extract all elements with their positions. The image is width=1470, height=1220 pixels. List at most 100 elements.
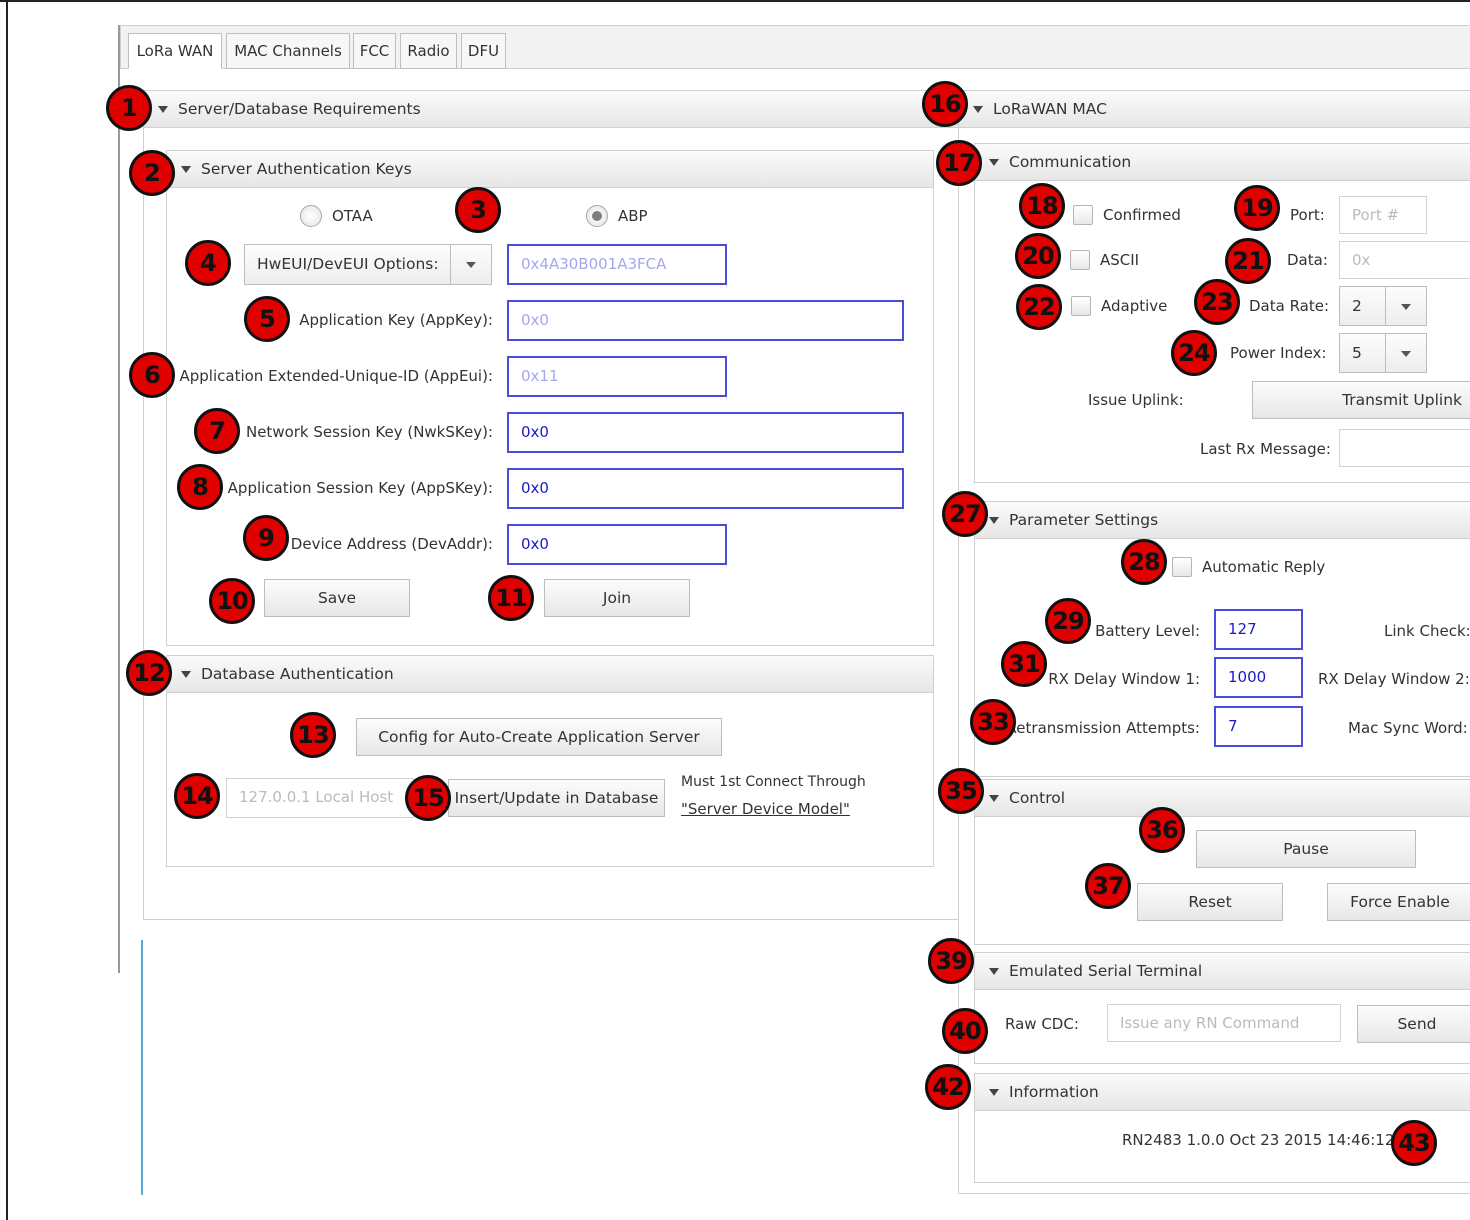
- devaddr-label: Device Address (DevAddr):: [290, 535, 493, 553]
- callout-badge: 13: [290, 712, 336, 758]
- data-rate-select[interactable]: 2: [1339, 286, 1427, 326]
- last-rx-label: Last Rx Message:: [1200, 440, 1331, 458]
- auto-reply-label: Automatic Reply: [1202, 558, 1326, 576]
- rx1-field[interactable]: 1000: [1214, 657, 1303, 698]
- callout-badge: 29: [1045, 598, 1091, 644]
- callout-badge: 19: [1234, 185, 1280, 231]
- insert-update-db-button[interactable]: Insert/Update in Database: [448, 779, 665, 817]
- eui-field[interactable]: 0x4A30B001A3FCA: [507, 244, 727, 285]
- section-title: Communication: [1009, 153, 1132, 171]
- appkey-field[interactable]: 0x0: [507, 300, 904, 341]
- ascii-checkbox[interactable]: [1070, 250, 1090, 270]
- callout-badge: 21: [1225, 238, 1271, 284]
- retrans-field[interactable]: 7: [1214, 706, 1303, 747]
- appeui-field[interactable]: 0x11: [507, 356, 727, 397]
- otaa-label: OTAA: [332, 207, 373, 225]
- callout-badge: 31: [1001, 641, 1047, 687]
- power-index-select[interactable]: 5: [1339, 333, 1427, 373]
- tab-mac-channels[interactable]: MAC Channels: [226, 33, 350, 69]
- callout-badge: 35: [938, 768, 984, 814]
- collapse-triangle-icon: [989, 517, 999, 524]
- rx1-label: RX Delay Window 1:: [1048, 670, 1200, 688]
- callout-badge: 22: [1016, 284, 1062, 330]
- tab-dfu[interactable]: DFU: [461, 33, 506, 69]
- port-field[interactable]: Port #: [1339, 196, 1427, 234]
- section-title: Server/Database Requirements: [178, 100, 421, 118]
- send-button[interactable]: Send: [1357, 1005, 1470, 1043]
- confirmed-checkbox[interactable]: [1073, 205, 1093, 225]
- battery-field[interactable]: 127: [1214, 609, 1303, 650]
- callout-badge: 28: [1121, 539, 1167, 585]
- frame-left: [6, 0, 8, 1220]
- section-title: Parameter Settings: [1009, 511, 1159, 529]
- communication-header[interactable]: Communication: [974, 143, 1470, 181]
- port-label: Port:: [1290, 206, 1325, 224]
- callout-badge: 17: [936, 140, 982, 186]
- auto-reply-checkbox[interactable]: [1172, 557, 1192, 577]
- tab-lora-wan[interactable]: LoRa WAN: [128, 33, 222, 69]
- section-title: Control: [1009, 789, 1066, 807]
- section-title: Information: [1009, 1083, 1099, 1101]
- auth-keys-header[interactable]: Server Authentication Keys: [166, 150, 934, 188]
- control-header[interactable]: Control: [974, 779, 1470, 817]
- dropdown-arrow-icon[interactable]: [450, 245, 491, 284]
- transmit-uplink-button[interactable]: Transmit Uplink: [1252, 381, 1470, 419]
- callout-badge: 7: [194, 408, 240, 454]
- tab-fcc[interactable]: FCC: [353, 33, 396, 69]
- server-device-model-link[interactable]: "Server Device Model": [681, 800, 850, 818]
- devaddr-field[interactable]: 0x0: [507, 524, 727, 565]
- tab-radio[interactable]: Radio: [400, 33, 457, 69]
- callout-badge: 9: [243, 515, 289, 561]
- eui-options-select[interactable]: HwEUI/DevEUI Options:: [244, 244, 492, 285]
- last-rx-field[interactable]: [1339, 429, 1470, 467]
- power-index-label: Power Index:: [1230, 344, 1327, 362]
- dropdown-arrow-icon[interactable]: [1385, 334, 1426, 372]
- config-auto-create-button[interactable]: Config for Auto-Create Application Serve…: [356, 718, 722, 756]
- callout-badge: 24: [1171, 330, 1217, 376]
- pause-button[interactable]: Pause: [1196, 830, 1416, 868]
- adaptive-label: Adaptive: [1101, 297, 1168, 315]
- callout-badge: 11: [488, 575, 534, 621]
- appkey-label: Application Key (AppKey):: [299, 311, 493, 329]
- join-button[interactable]: Join: [544, 579, 690, 617]
- nwkskey-field[interactable]: 0x0: [507, 412, 904, 453]
- parameters-header[interactable]: Parameter Settings: [974, 501, 1470, 539]
- abp-radio[interactable]: [586, 205, 608, 227]
- callout-badge: 43: [1391, 1120, 1437, 1166]
- force-enable-button[interactable]: Force Enable: [1327, 883, 1470, 921]
- lorawan-mac-header[interactable]: LoRaWAN MAC: [958, 90, 1470, 128]
- issue-uplink-label: Issue Uplink:: [1088, 391, 1184, 409]
- reset-button[interactable]: Reset: [1137, 883, 1283, 921]
- callout-badge: 37: [1085, 863, 1131, 909]
- collapse-triangle-icon: [989, 1089, 999, 1096]
- otaa-radio[interactable]: [300, 205, 322, 227]
- server-db-header[interactable]: Server/Database Requirements: [143, 90, 959, 128]
- callout-badge: 8: [177, 464, 223, 510]
- save-button[interactable]: Save: [264, 579, 410, 617]
- frame-top: [0, 0, 1470, 2]
- callout-badge: 6: [129, 352, 175, 398]
- section-title: LoRaWAN MAC: [993, 100, 1107, 118]
- data-field[interactable]: 0x: [1339, 241, 1470, 279]
- db-host-field[interactable]: 127.0.0.1 Local Host: [226, 778, 414, 818]
- callout-badge: 4: [185, 240, 231, 286]
- info-header[interactable]: Information: [974, 1073, 1470, 1111]
- collapse-triangle-icon: [989, 159, 999, 166]
- callout-badge: 16: [922, 81, 968, 127]
- rn-command-field[interactable]: Issue any RN Command: [1107, 1004, 1341, 1042]
- callout-badge: 40: [942, 1008, 988, 1054]
- callout-badge: 14: [174, 773, 220, 819]
- appskey-field[interactable]: 0x0: [507, 468, 904, 509]
- db-auth-header[interactable]: Database Authentication: [166, 655, 934, 693]
- callout-badge: 39: [928, 938, 974, 984]
- callout-badge: 18: [1019, 183, 1065, 229]
- serial-header[interactable]: Emulated Serial Terminal: [974, 952, 1470, 990]
- collapse-triangle-icon: [989, 795, 999, 802]
- adaptive-checkbox[interactable]: [1071, 296, 1091, 316]
- raw-cdc-label: Raw CDC:: [1005, 1015, 1079, 1033]
- dropdown-arrow-icon[interactable]: [1385, 287, 1426, 325]
- callout-badge: 36: [1139, 807, 1185, 853]
- mac-sync-label: Mac Sync Word:: [1348, 719, 1468, 737]
- callout-badge: 3: [455, 187, 501, 233]
- callout-badge: 12: [126, 650, 172, 696]
